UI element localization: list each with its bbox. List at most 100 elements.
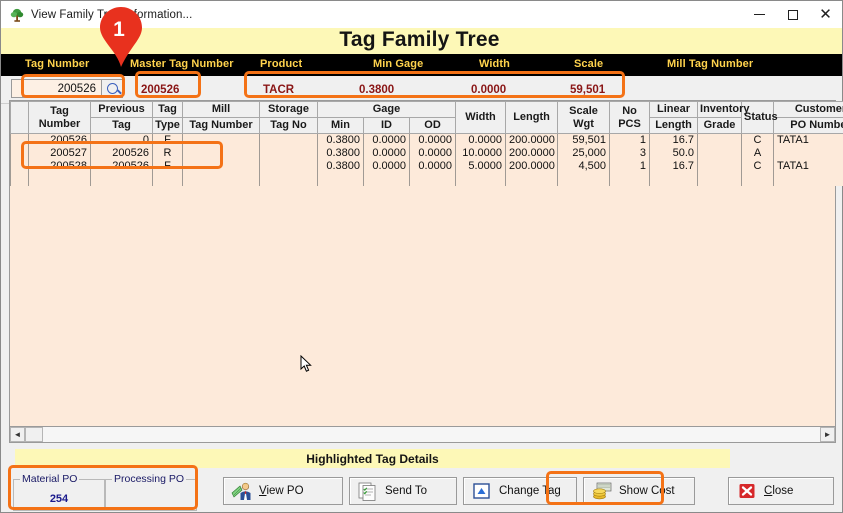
- empty-cell: [773, 173, 843, 186]
- cell-gage-min: 0.3800: [317, 160, 364, 173]
- summary-column-header-bar: Tag Number Master Tag Number Product Min…: [1, 54, 842, 76]
- empty-cell: [408, 173, 457, 186]
- table-row[interactable]: 200527 200526 R 0.3800 0.0000 0.0000 10.…: [10, 147, 843, 160]
- grid-col-gage[interactable]: Gage: [316, 101, 457, 118]
- grid-col-width[interactable]: Width: [455, 101, 507, 134]
- cell-previous-tag: 200526: [90, 147, 153, 160]
- cell-tag-type: F: [152, 133, 183, 147]
- empty-cell: [505, 173, 559, 186]
- grid-col-linear[interactable]: Linear: [649, 101, 699, 118]
- grid-col-mill-tag-number[interactable]: Tag Number: [182, 117, 260, 134]
- cell-customer-po: TATA1: [773, 133, 843, 147]
- cell-tag-type: R: [152, 147, 183, 160]
- grid-col-inventory[interactable]: Inventory: [697, 101, 750, 118]
- cell-mill-tag-number: [182, 133, 260, 147]
- table-row[interactable]: 200526 0 F 0.3800 0.0000 0.0000 0.0000 2…: [10, 133, 843, 147]
- family-tree-window: View Family Tree Information... ✕ Tag Fa…: [0, 0, 843, 513]
- cell-customer-po: TATA1: [773, 160, 843, 173]
- scale-value: 59,501: [570, 83, 606, 96]
- cell-no-pcs: 3: [609, 147, 651, 160]
- empty-cell: [557, 173, 611, 186]
- empty-cell: [152, 173, 183, 186]
- product-value: TACR: [263, 83, 295, 96]
- highlighted-tag-details-title: Highlighted Tag Details: [306, 451, 439, 466]
- grid-col-linear-length[interactable]: Length: [649, 117, 699, 134]
- close-window-button[interactable]: ✕: [809, 1, 842, 28]
- grid-col-tag-type[interactable]: Type: [152, 117, 183, 134]
- family-tree-grid[interactable]: Tag Number Previous Tag Mill Storage Gag…: [9, 100, 843, 442]
- grid-col-previous-tag[interactable]: Tag: [90, 117, 153, 134]
- row-handle[interactable]: [10, 160, 29, 173]
- master-tag-number-value: 200526: [141, 83, 180, 96]
- empty-cell: [90, 173, 153, 186]
- page-header: Tag Family Tree: [1, 28, 842, 54]
- grid-col-tag-number[interactable]: Tag Number: [28, 101, 91, 134]
- cell-inventory-grade: [697, 147, 743, 160]
- cell-width: 5.0000: [455, 160, 507, 173]
- empty-cell: [28, 173, 91, 186]
- grid-col-previous[interactable]: Previous: [90, 101, 153, 118]
- col-header-min-gage: Min Gage: [373, 58, 424, 70]
- grid-header: Tag Number Previous Tag Mill Storage Gag…: [10, 101, 843, 134]
- cell-gage-min: 0.3800: [317, 133, 364, 147]
- scroll-right-arrow-icon[interactable]: ►: [820, 427, 835, 442]
- cell-previous-tag: 0: [90, 133, 153, 147]
- grid-col-mill[interactable]: Mill: [182, 101, 260, 118]
- grid-col-tag[interactable]: Tag: [152, 101, 183, 118]
- cell-tag-number: 200526: [28, 133, 91, 147]
- grid-col-customer[interactable]: Customer: [773, 101, 843, 118]
- window-title: View Family Tree Information...: [31, 8, 193, 21]
- cell-inventory-grade: [697, 160, 743, 173]
- grid-header-row-2: Tag Type Tag Number Tag No Min ID OD Len…: [11, 117, 843, 134]
- grid-col-length[interactable]: Length: [505, 101, 559, 134]
- tree-icon: [8, 7, 30, 23]
- send-to-button[interactable]: Send To: [349, 477, 457, 505]
- cell-storage-tag-no: [259, 160, 318, 173]
- cell-tag-number: 200527: [28, 147, 91, 160]
- cell-scale-wgt: 59,501: [557, 133, 611, 147]
- row-handle[interactable]: [10, 133, 29, 147]
- grid-empty-area[interactable]: [10, 173, 843, 186]
- grid-col-no-pcs[interactable]: No PCS: [609, 101, 651, 134]
- magnifier-icon: [106, 83, 118, 94]
- scrollbar-thumb[interactable]: [25, 427, 43, 442]
- tag-number-find-button[interactable]: [101, 79, 123, 98]
- coins-money-icon: [591, 481, 613, 501]
- change-tag-button[interactable]: Change Tag: [463, 477, 577, 505]
- grid-col-gage-min[interactable]: Min: [317, 117, 364, 134]
- show-cost-button[interactable]: Show Cost: [583, 477, 695, 505]
- empty-cell: [649, 173, 699, 186]
- blue-triangle-icon: [471, 481, 493, 501]
- close-button[interactable]: Close: [728, 477, 834, 505]
- cell-width: 10.0000: [455, 147, 507, 160]
- processing-po-group: Processing PO: [105, 473, 197, 511]
- grid-horizontal-scrollbar[interactable]: ◄ ►: [9, 426, 836, 443]
- view-po-button[interactable]: View PO: [223, 477, 343, 505]
- empty-cell: [455, 173, 507, 186]
- grid-col-storage[interactable]: Storage: [259, 101, 318, 118]
- grid-col-po-number[interactable]: PO Number: [773, 117, 843, 134]
- red-x-icon: [736, 481, 758, 501]
- grid-col-storage-tag-no[interactable]: Tag No: [259, 117, 318, 134]
- maximize-icon: [787, 9, 798, 20]
- grid-col-gage-od[interactable]: OD: [408, 117, 457, 134]
- col-header-product: Product: [260, 58, 303, 70]
- min-gage-value: 0.3800: [359, 83, 395, 96]
- grid-col-inventory-grade[interactable]: Grade: [697, 117, 743, 134]
- table-row[interactable]: 200528 200526 F 0.3800 0.0000 0.0000 5.0…: [10, 160, 843, 173]
- grid-col-scale-wgt[interactable]: Scale Wgt: [557, 101, 611, 134]
- minimize-button[interactable]: [743, 1, 776, 28]
- tag-number-input[interactable]: 200526: [23, 79, 101, 98]
- scroll-left-arrow-icon[interactable]: ◄: [10, 427, 25, 442]
- col-header-master-tag-number: Master Tag Number: [130, 58, 234, 70]
- grid-col-gage-id[interactable]: ID: [363, 117, 410, 134]
- empty-cell: [363, 173, 410, 186]
- title-bar: View Family Tree Information... ✕: [1, 1, 842, 28]
- scrollbar-track[interactable]: [43, 427, 820, 442]
- documents-icon: [357, 481, 379, 501]
- cell-gage-od: 0.0000: [408, 147, 457, 160]
- cell-status: C: [741, 160, 775, 173]
- maximize-button[interactable]: [776, 1, 809, 28]
- material-po-value: 254: [49, 493, 69, 505]
- row-handle[interactable]: [10, 147, 29, 160]
